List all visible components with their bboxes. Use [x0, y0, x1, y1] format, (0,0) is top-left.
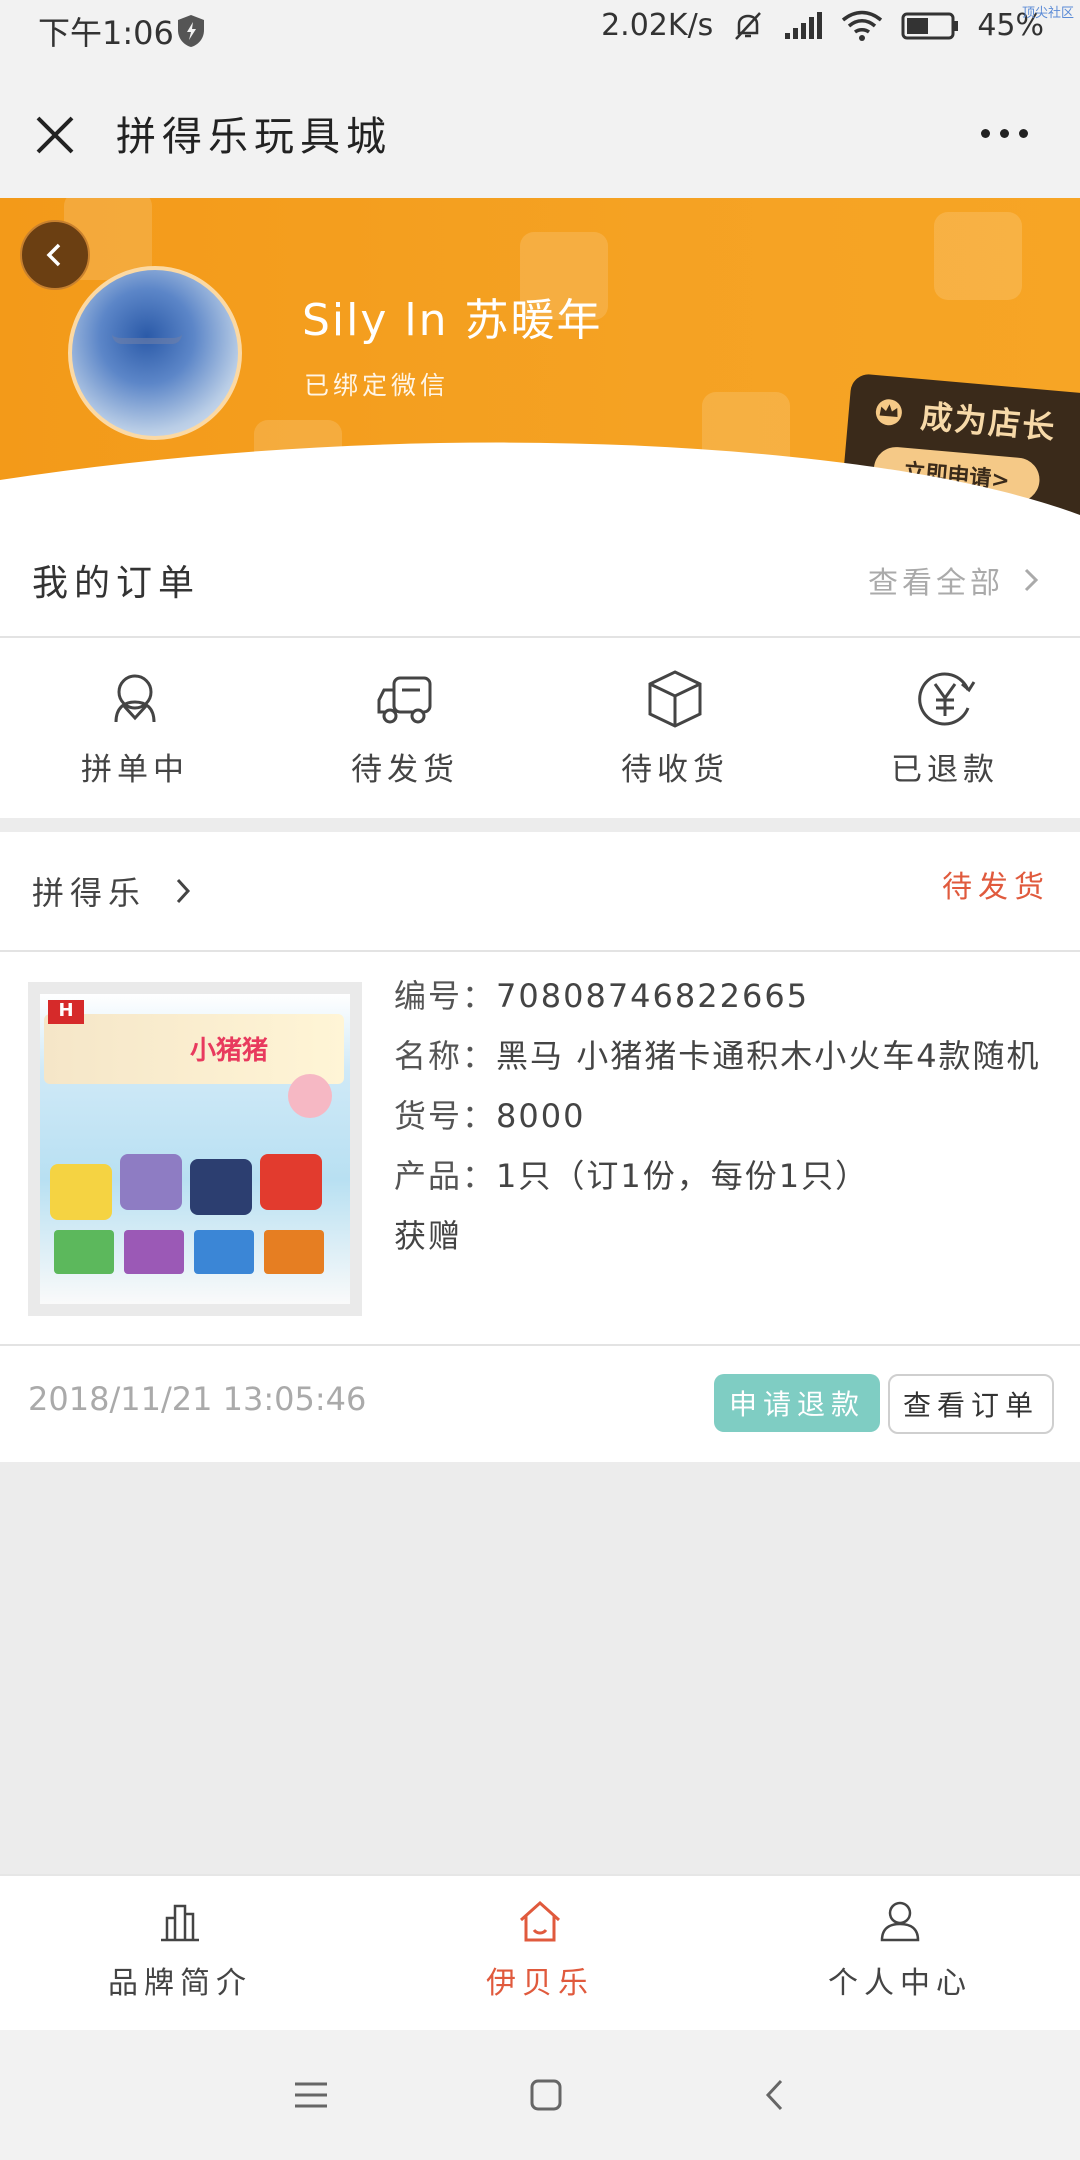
order-status-row: 拼单中 待发货 待收货 已退款: [0, 638, 1080, 818]
status-label: 拼单中: [81, 752, 189, 788]
chevron-right-icon: [176, 878, 191, 904]
product-sku-key: 货号：: [394, 1097, 497, 1135]
box-icon: [648, 670, 702, 728]
status-bar: 下午1:06 2.02K/s 45%: [0, 0, 1080, 62]
close-button[interactable]: [30, 110, 80, 160]
product-qty: 1只（订1份，每份1只）: [496, 1157, 870, 1195]
chevron-right-icon: [1024, 568, 1039, 592]
corner-watermark: 顶尖社区: [1021, 6, 1074, 21]
product-gift: 获赠: [394, 1217, 463, 1255]
status-label: 已退款: [891, 752, 999, 788]
network-speed: 2.02K/s: [601, 8, 714, 43]
product-image[interactable]: 小猪猪 H: [28, 982, 362, 1316]
title-bar: 拼得乐玩具城: [0, 62, 1080, 198]
menu-icon[interactable]: [293, 2080, 329, 2110]
yen-refund-icon: [918, 672, 976, 726]
nav-label: 伊贝乐: [486, 1966, 594, 2001]
system-nav-bar: [0, 2030, 1080, 2160]
truck-icon: [377, 676, 432, 724]
product-name-key: 名称：: [394, 1037, 497, 1075]
person-icon: [880, 1901, 920, 1942]
shop-name: 拼得乐: [32, 874, 147, 912]
nav-brand-intro[interactable]: 品牌简介: [0, 1876, 360, 2032]
chevron-left-icon: [46, 243, 61, 267]
back-arrow-icon[interactable]: [763, 2078, 787, 2112]
banner-wave: [0, 442, 1080, 528]
product-id-line: 编号：70808746822665: [394, 974, 1044, 1018]
nav-label: 个人中心: [828, 1966, 972, 2001]
home-icon: [519, 1900, 561, 1942]
product-qty-key: 产品：: [394, 1157, 497, 1195]
view-all-label: 查看全部: [868, 566, 1004, 601]
status-label: 待收货: [621, 752, 729, 788]
shop-name-link[interactable]: 拼得乐: [32, 868, 192, 914]
bottom-nav: 品牌简介 伊贝乐 个人中心: [0, 1874, 1080, 2032]
my-orders-title: 我的订单: [32, 563, 201, 604]
product-id: 70808746822665: [496, 977, 810, 1015]
back-button[interactable]: [20, 220, 90, 290]
more-dot-icon: [1018, 128, 1028, 138]
my-orders-header: 我的订单 查看全部: [0, 528, 1080, 638]
status-refunded[interactable]: 已退款: [810, 638, 1080, 818]
view-all-orders-link[interactable]: 查看全部: [868, 558, 1040, 602]
product-name-line: 名称：黑马 小猪猪卡通积木小火车4款随机: [394, 1034, 1044, 1078]
status-label: 待发货: [351, 752, 459, 788]
more-options-button[interactable]: [974, 118, 1034, 148]
product-name: 黑马 小猪猪卡通积木小火车4款随机: [496, 1037, 1041, 1075]
nav-home[interactable]: 伊贝乐: [360, 1876, 720, 2032]
wifi-icon: [841, 10, 883, 42]
product-sku-line: 货号：8000: [394, 1094, 1044, 1138]
signal-icon: [783, 11, 823, 41]
order-product[interactable]: 小猪猪 H 编号：70808746822665 名称：黑马 小猪猪卡通积木小火车…: [0, 952, 1080, 1346]
avatar[interactable]: [68, 266, 242, 440]
more-dot-icon: [980, 128, 990, 138]
wechat-binding-status: 已绑定微信: [304, 371, 450, 400]
status-right: 2.02K/s 45%: [601, 8, 1044, 43]
product-info: 编号：70808746822665 名称：黑马 小猪猪卡通积木小火车4款随机 货…: [394, 974, 1044, 1274]
mute-bell-icon: [731, 9, 765, 43]
product-sku: 8000: [496, 1097, 586, 1135]
shop-row[interactable]: 拼得乐 待发货: [0, 832, 1080, 952]
status-to-ship[interactable]: 待发货: [270, 638, 540, 818]
puzzle-decoration-icon: [934, 212, 1022, 300]
page-title: 拼得乐玩具城: [116, 114, 392, 160]
order-actions: 2018/11/21 13:05:46 申请退款 查看订单: [0, 1346, 1080, 1462]
nav-label: 品牌简介: [108, 1966, 252, 2001]
close-icon: [36, 116, 74, 154]
building-icon: [161, 1904, 199, 1942]
order-status-badge: 待发货: [942, 870, 1050, 905]
user-name: Sily ln 苏暖年: [302, 295, 603, 346]
nav-profile[interactable]: 个人中心: [720, 1876, 1080, 2032]
status-grouping[interactable]: 拼单中: [0, 638, 270, 818]
shield-icon: [176, 14, 206, 48]
status-time: 下午1:06: [38, 14, 174, 52]
profile-banner: Sily ln 苏暖年 已绑定微信 成为店长 立即申请>: [0, 198, 1080, 528]
product-id-key: 编号：: [394, 977, 497, 1015]
request-refund-button[interactable]: 申请退款: [714, 1374, 880, 1432]
home-square-icon[interactable]: [529, 2078, 563, 2112]
group-icon: [114, 674, 156, 723]
battery-icon: [901, 11, 959, 41]
product-qty-line: 产品：1只（订1份，每份1只）: [394, 1154, 1044, 1198]
order-timestamp: 2018/11/21 13:05:46: [28, 1380, 367, 1418]
view-order-button[interactable]: 查看订单: [888, 1374, 1054, 1434]
status-to-receive[interactable]: 待收货: [540, 638, 810, 818]
more-dot-icon: [999, 128, 1009, 138]
